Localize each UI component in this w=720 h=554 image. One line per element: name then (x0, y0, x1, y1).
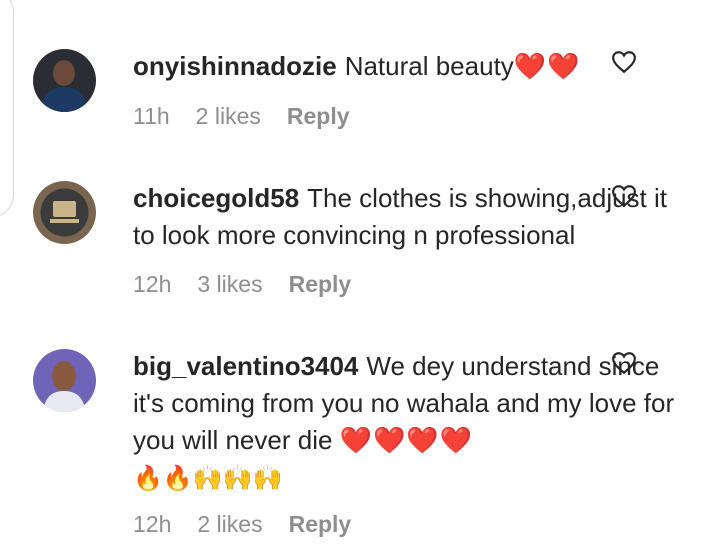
heart-emoji: ❤️❤️ (513, 51, 581, 81)
heart-outline-icon[interactable] (611, 50, 637, 74)
comment-meta: 11h 2 likes Reply (133, 103, 350, 130)
reply-button[interactable]: Reply (289, 271, 352, 298)
comment-likes[interactable]: 2 likes (196, 103, 261, 130)
heart-emoji: ❤️❤️❤️❤️ (339, 425, 474, 455)
comment-text: big_valentino3404 We dey understand since… (133, 348, 693, 497)
heart-outline-icon[interactable] (611, 351, 637, 375)
comment-meta: 12h 2 likes Reply (133, 511, 351, 538)
reply-button[interactable]: Reply (289, 511, 352, 538)
comment-time: 11h (133, 103, 170, 129)
comment-username[interactable]: choicegold58 (133, 183, 299, 213)
comment-username[interactable]: onyishinnadozie (133, 51, 337, 81)
avatar[interactable] (33, 181, 96, 244)
side-panel-edge (0, 0, 14, 217)
heart-outline-icon[interactable] (611, 184, 637, 208)
comment-meta: 12h 3 likes Reply (133, 271, 351, 298)
avatar[interactable] (33, 49, 96, 112)
comment-time: 12h (133, 511, 172, 537)
comment-likes[interactable]: 2 likes (197, 511, 262, 538)
comment-time: 12h (133, 271, 172, 297)
comment-text: onyishinnadozie Natural beauty❤️❤️ (133, 48, 693, 85)
fire-and-raised-hands-emoji: 🔥🔥🙌🙌🙌 (133, 465, 283, 492)
avatar[interactable] (33, 349, 96, 412)
comment-username[interactable]: big_valentino3404 (133, 351, 358, 381)
comment-body: Natural beauty (344, 51, 514, 81)
comment-likes[interactable]: 3 likes (197, 271, 262, 298)
comment-text: choicegold58 The clothes is showing,adjus… (133, 180, 693, 254)
reply-button[interactable]: Reply (287, 103, 350, 130)
